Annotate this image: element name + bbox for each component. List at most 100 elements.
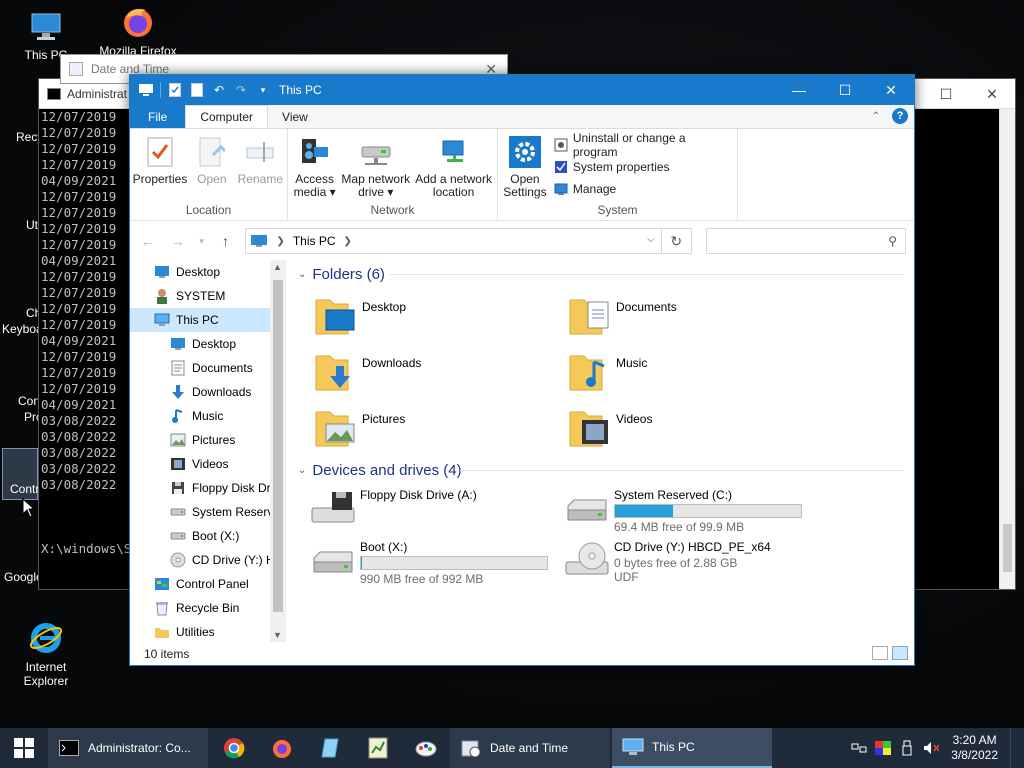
forward-arrow-icon[interactable]: → [168,233,188,249]
drive-item[interactable]: System Reserved (C:) 69.4 MB free of 99.9… [562,484,816,536]
display-icon[interactable] [875,740,892,756]
search-box[interactable]: ⚲ [705,228,906,254]
minimize-button[interactable]: — [776,75,822,105]
properties-icon[interactable] [167,82,183,98]
manage-button[interactable]: Manage [554,180,733,198]
breadcrumb-chevron-icon[interactable]: ❯ [276,236,284,247]
nav-item[interactable]: Recycle Bin [130,596,286,620]
taskbar-pin-notepad[interactable] [306,728,354,768]
nav-item[interactable]: Pictures [130,428,286,452]
folder-item[interactable]: Downloads [314,344,568,400]
nav-item-label: Music [192,409,224,423]
desktop-icon-control-panel-partial[interactable]: Contr [10,482,39,496]
desktop-icon-internet-explorer[interactable]: Internet Explorer [4,620,88,688]
folder-name: Desktop [362,300,407,314]
nav-item[interactable]: Downloads [130,380,286,404]
show-desktop-button[interactable] [1010,728,1014,768]
explorer-titlebar[interactable]: ↶ ↷ ▾ This PC — ☐ ✕ [130,75,914,105]
maximize-icon[interactable]: ☐ [923,79,969,109]
drive-item[interactable]: CD Drive (Y:) HBCD_PE_x64 0 bytes free of… [562,536,816,588]
drive-item[interactable]: Floppy Disk Drive (A:) [308,484,562,536]
undo-icon[interactable]: ↶ [211,82,227,98]
address-bar[interactable]: ❯ This PC ❯ ⌵ ↻ [245,228,692,254]
large-icons-view-icon[interactable] [892,646,908,660]
up-arrow-icon[interactable]: ↑ [216,233,236,249]
cmd-scrollbar[interactable] [999,109,1015,589]
folder-item[interactable]: Pictures [314,400,568,456]
taskbar-item-cmd[interactable]: Administrator: Co... [48,728,208,768]
nav-item[interactable]: Control Panel [130,572,286,596]
desktop-icon-keyboard-partial[interactable]: Keyboa [2,322,43,336]
maximize-button[interactable]: ☐ [822,75,868,105]
usb-icon[interactable] [899,740,915,756]
taskbar-pin-spreadsheet[interactable] [354,728,402,768]
nav-scrollbar[interactable]: ▲ ▼ [270,260,286,642]
clock[interactable]: 3:20 AM 3/8/2022 [947,733,1002,763]
folder-music-icon [568,350,612,394]
recent-locations-icon[interactable]: ▾ [198,236,206,247]
collapse-chevron-icon[interactable]: ⌄ [298,269,306,280]
nav-item[interactable]: Boot (X:) [130,524,286,548]
drive-name: Floppy Disk Drive (A:) [360,488,477,502]
close-button[interactable]: ✕ [868,75,914,105]
help-icon[interactable]: ? [892,108,908,124]
clock-time: 3:20 AM [952,733,997,747]
close-icon[interactable]: ✕ [969,79,1015,109]
nav-item[interactable]: SYSTEM [130,284,286,308]
nav-item[interactable]: Desktop [130,260,286,284]
folder-item[interactable]: Music [568,344,822,400]
address-dropdown-icon[interactable]: ⌵ [647,234,655,245]
refresh-icon[interactable]: ↻ [660,229,691,253]
tab-computer[interactable]: Computer [185,105,269,128]
folder-item[interactable]: Documents [568,288,822,344]
folder-item[interactable]: Desktop [314,288,568,344]
nav-item[interactable]: Desktop [130,332,286,356]
taskbar-item-this-pc[interactable]: This PC [612,728,772,768]
nav-item[interactable]: This PC [130,308,286,332]
details-view-icon[interactable] [872,646,888,660]
taskbar-pin-chrome[interactable] [210,728,258,768]
collapse-ribbon-icon[interactable]: ⌃ [872,111,880,122]
desktop-icon-console-partial[interactable]: Con [18,394,40,408]
scroll-up-icon[interactable]: ▲ [273,262,282,272]
nav-item[interactable]: Floppy Disk Dri [130,476,286,500]
volume-muted-icon[interactable] [923,740,940,756]
back-arrow-icon[interactable]: ← [138,233,158,249]
content-pane[interactable]: ⌄ Folders (6) Desktop Documents Downloads M… [290,260,914,642]
folders-section-header[interactable]: ⌄ Folders (6) [290,260,914,288]
system-properties-button[interactable]: System properties [554,158,733,176]
new-folder-icon[interactable] [189,82,205,98]
uninstall-program-button[interactable]: Uninstall or change a program [554,131,733,159]
nav-scroll-thumb[interactable] [273,280,283,612]
redo-icon[interactable]: ↷ [233,82,249,98]
desktop-icon-firefox[interactable]: Mozilla Firefox [96,4,180,58]
cmd-scroll-thumb[interactable] [1003,524,1012,572]
desktop-icon-google-partial[interactable]: Google [4,570,43,584]
nav-item[interactable]: Videos [130,452,286,476]
taskbar-item-date-time[interactable]: Date and Time [450,728,610,768]
drives-section-header[interactable]: ⌄ Devices and drives (4) [290,456,914,484]
start-button[interactable] [0,728,48,768]
customize-qat-icon[interactable]: ▾ [255,82,271,98]
nav-item[interactable]: CD Drive (Y:) H [130,548,286,572]
folder-item[interactable]: Videos [568,400,822,456]
divider [390,274,904,275]
taskbar-pin-firefox[interactable] [258,728,306,768]
folder-documents-icon [568,294,612,338]
desktop-icon-utilities-partial[interactable]: Ut [26,218,38,232]
explorer-window[interactable]: ↶ ↷ ▾ This PC — ☐ ✕ File Computer View ⌃… [129,74,915,666]
navigation-pane[interactable]: Desktop SYSTEM This PC Desktop Documents Down… [130,260,286,642]
breadcrumb-chevron-icon[interactable]: ❯ [344,236,352,247]
breadcrumb-this-pc[interactable]: This PC [293,234,336,248]
nav-item[interactable]: Utilities [130,620,286,642]
scroll-down-icon[interactable]: ▼ [273,630,282,640]
tab-file[interactable]: File [130,105,186,128]
collapse-chevron-icon[interactable]: ⌄ [298,465,306,476]
tab-view[interactable]: View [268,105,322,128]
taskbar-pin-paint[interactable] [402,728,450,768]
nav-item[interactable]: System Reserve [130,500,286,524]
network-icon[interactable] [851,740,867,756]
drive-item[interactable]: Boot (X:) 990 MB free of 992 MB [308,536,562,588]
nav-item[interactable]: Music [130,404,286,428]
nav-item[interactable]: Documents [130,356,286,380]
